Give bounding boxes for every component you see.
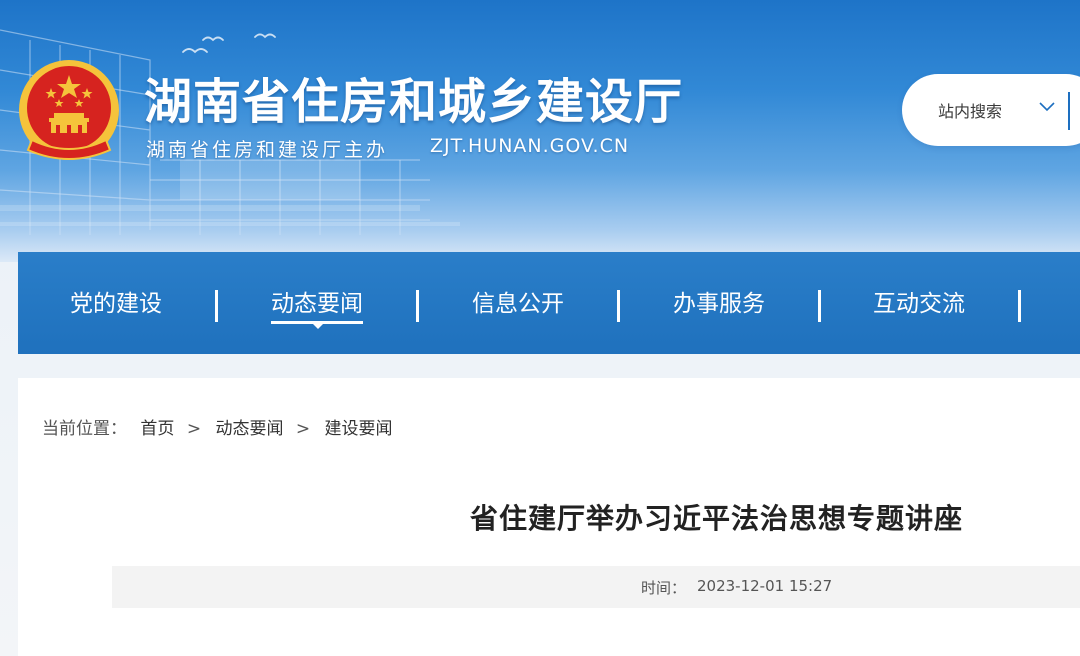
nav-separator [617,290,620,322]
site-subtitle: 湖南省住房和建设厅主办 [146,139,389,161]
nav-item-party-building[interactable]: 党的建设 [70,252,162,354]
nav-item-services[interactable]: 办事服务 [673,252,765,354]
nav-separator [818,290,821,322]
article-meta-bar: 时间： 2023-12-01 15:27 [112,566,1080,608]
breadcrumb-news[interactable]: 动态要闻 [215,419,283,439]
breadcrumb-separator: > [295,419,311,439]
chevron-down-icon[interactable] [1039,102,1055,112]
breadcrumb-label: 当前位置： [42,419,127,439]
publish-time-value: 2023-12-01 15:27 [697,577,833,595]
site-title: 湖南省住房和城乡建设厅 [144,74,684,130]
search-scope-select[interactable]: 站内搜索 [938,98,1002,122]
active-caret-icon [313,324,323,329]
nav-item-news[interactable]: 动态要闻 [271,252,363,354]
search-box[interactable]: 站内搜索 [902,74,1080,146]
search-divider [1068,92,1070,130]
nav-separator [416,290,419,322]
site-url: ZJT.HUNAN.GOV.CN [430,135,630,157]
header-banner: 湖南省住房和城乡建设厅 湖南省住房和建设厅主办 ZJT.HUNAN.GOV.CN… [0,0,1080,262]
nav-item-info-disclosure[interactable]: 信息公开 [472,252,564,354]
breadcrumb-home[interactable]: 首页 [140,419,174,439]
article-title: 省住建厅举办习近平法治思想专题讲座 [470,502,964,535]
main-nav: 党的建设 动态要闻 信息公开 办事服务 互动交流 [18,252,1080,354]
page: 湖南省住房和城乡建设厅 湖南省住房和建设厅主办 ZJT.HUNAN.GOV.CN… [0,0,1080,656]
national-emblem-icon [19,60,119,160]
nav-separator [1018,290,1021,322]
breadcrumb: 当前位置： 首页 > 动态要闻 > 建设要闻 [42,414,393,439]
nav-separator [215,290,218,322]
breadcrumb-separator: > [186,419,202,439]
breadcrumb-construction-news[interactable]: 建设要闻 [325,419,393,439]
publish-time-label: 时间： [641,579,687,597]
content-card: 当前位置： 首页 > 动态要闻 > 建设要闻 省住建厅举办习近平法治思想专题讲座… [18,378,1080,656]
nav-item-interaction[interactable]: 互动交流 [873,252,965,354]
